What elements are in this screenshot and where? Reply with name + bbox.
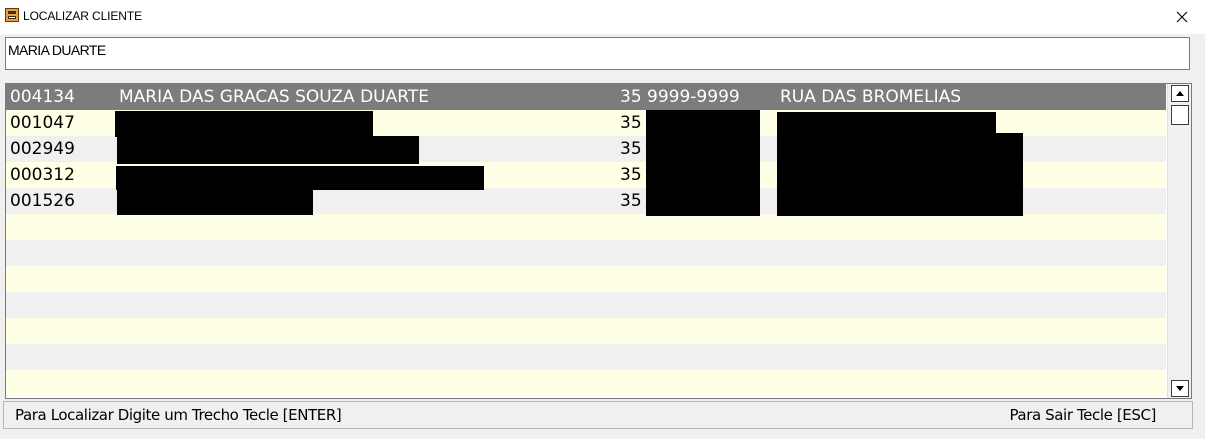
cell-code: 001526: [10, 191, 75, 211]
table-row-selected[interactable]: 004134 MARIA DAS GRACAS SOUZA DUARTE 35 …: [6, 84, 1166, 110]
redaction-box: [777, 133, 1023, 216]
vertical-scrollbar[interactable]: [1167, 84, 1191, 398]
arrow-down-icon: [1176, 386, 1184, 391]
cell-phone: 35: [620, 139, 642, 159]
cell-code: 000312: [10, 165, 75, 185]
title-bar: LOCALIZAR CLIENTE: [0, 0, 1205, 34]
cell-code: 002949: [10, 139, 75, 159]
cell-phone: 35: [620, 191, 642, 211]
cash-register-icon: [5, 8, 19, 22]
cell-phone: 35: [620, 113, 642, 133]
scroll-thumb[interactable]: [1171, 105, 1189, 125]
empty-row: [6, 266, 1166, 292]
search-input[interactable]: MARIA DUARTE: [5, 37, 1190, 70]
redaction-box: [646, 110, 760, 216]
close-icon: [1176, 11, 1187, 23]
cell-phone: 35: [620, 165, 642, 185]
redaction-box: [777, 112, 996, 135]
cell-name: MARIA DAS GRACAS SOUZA DUARTE: [119, 87, 429, 107]
status-bar: Para Localizar Digite um Trecho Tecle [E…: [3, 401, 1193, 429]
cell-code: 004134: [10, 87, 75, 107]
redaction-box: [117, 136, 419, 164]
window-title: LOCALIZAR CLIENTE: [23, 9, 142, 23]
empty-row: [6, 240, 1166, 266]
empty-row: [6, 318, 1166, 344]
scroll-down-button[interactable]: [1171, 380, 1189, 397]
cell-code: 001047: [10, 113, 75, 133]
results-rows: 004134 MARIA DAS GRACAS SOUZA DUARTE 35 …: [6, 84, 1166, 398]
cell-street: RUA DAS BROMELIAS: [780, 87, 962, 107]
status-hint-enter: Para Localizar Digite um Trecho Tecle [E…: [15, 406, 342, 424]
close-button[interactable]: [1158, 0, 1205, 34]
cell-phone: 35 9999-9999: [620, 87, 740, 107]
scroll-up-button[interactable]: [1171, 85, 1189, 102]
results-grid[interactable]: 004134 MARIA DAS GRACAS SOUZA DUARTE 35 …: [5, 83, 1192, 399]
redaction-box: [115, 111, 373, 137]
empty-row: [6, 344, 1166, 370]
status-hint-esc: Para Sair Tecle [ESC]: [1009, 406, 1156, 424]
empty-row: [6, 214, 1166, 240]
empty-row: [6, 292, 1166, 318]
redaction-box: [116, 166, 484, 190]
empty-row: [6, 370, 1166, 396]
redaction-box: [117, 189, 313, 215]
arrow-up-icon: [1176, 91, 1184, 96]
